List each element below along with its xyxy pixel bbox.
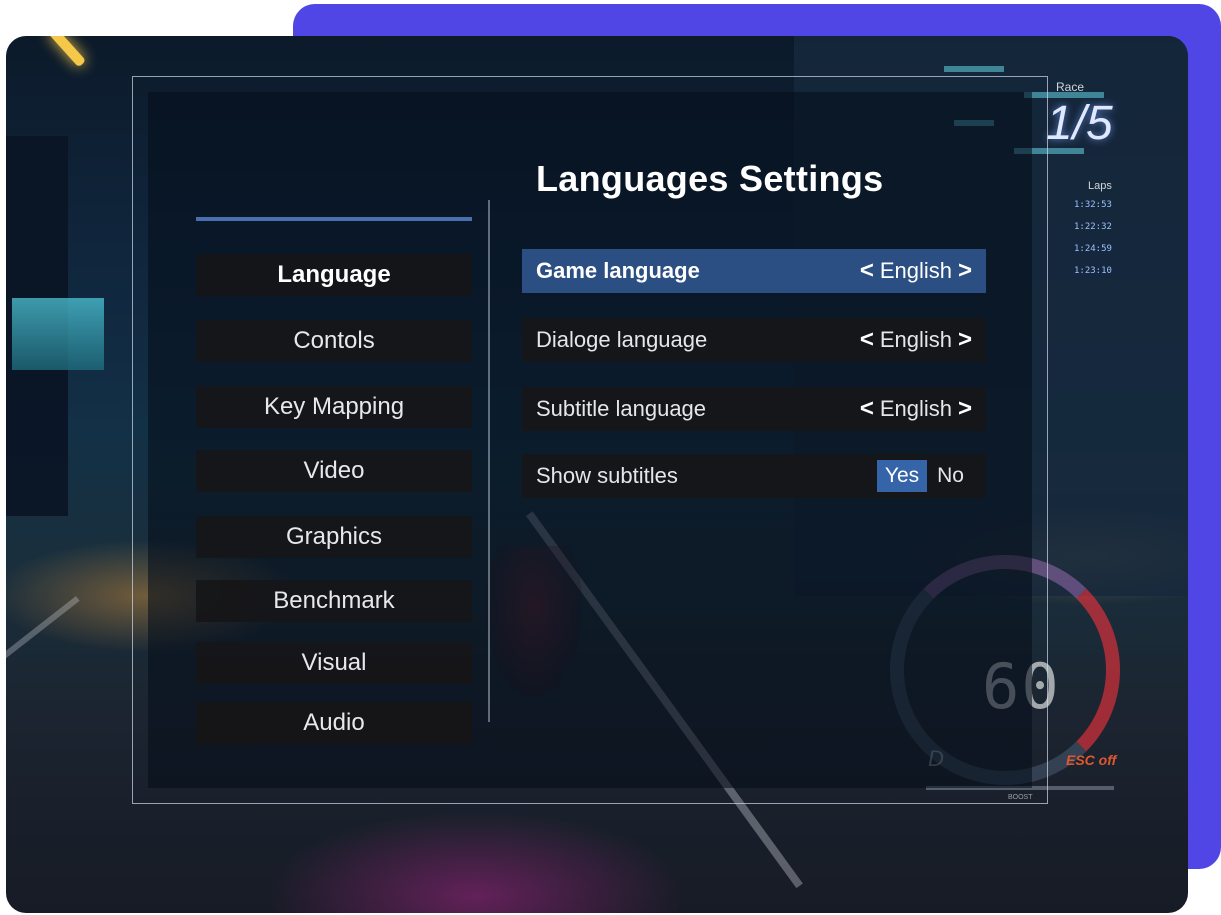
- hud-lap-time: 1:22:32: [1074, 222, 1112, 232]
- setting-row-dialogue-language[interactable]: Dialoge language < English >: [522, 318, 986, 362]
- billboard: [12, 298, 104, 370]
- language-picker: < English >: [860, 326, 972, 354]
- panel-divider: [488, 200, 490, 722]
- nav-item-controls[interactable]: Contols: [196, 320, 472, 362]
- chevron-right-icon[interactable]: >: [958, 395, 972, 423]
- hud-lap-time: 1:24:59: [1074, 244, 1112, 254]
- nav-item-label: Visual: [301, 649, 367, 676]
- setting-label: Dialoge language: [536, 327, 708, 352]
- hud-lap-time: 1:23:10: [1074, 266, 1112, 276]
- setting-row-show-subtitles[interactable]: Show subtitles Yes No: [522, 454, 986, 498]
- nav-item-benchmark[interactable]: Benchmark: [196, 580, 472, 622]
- street-lamp: [47, 36, 87, 68]
- chevron-left-icon[interactable]: <: [860, 395, 874, 423]
- hud-race-position: 1/5: [1046, 97, 1113, 150]
- hud-laps-label: Laps: [1088, 180, 1112, 192]
- hud-race-label: Race: [1056, 80, 1085, 94]
- nav-item-label: Benchmark: [273, 587, 395, 614]
- page-title: Languages Settings: [536, 158, 884, 199]
- nav-item-graphics[interactable]: Graphics: [196, 516, 472, 558]
- setting-label: Subtitle language: [536, 396, 707, 421]
- hud-lap-time: 1:32:53: [1074, 200, 1112, 210]
- nav-item-visual[interactable]: Visual: [196, 642, 472, 684]
- chevron-left-icon[interactable]: <: [860, 257, 874, 285]
- setting-label: Show subtitles: [536, 463, 678, 488]
- toggle-no-option[interactable]: No: [929, 460, 972, 492]
- nav-item-label: Language: [277, 261, 391, 288]
- toggle-yes-option[interactable]: Yes: [876, 460, 928, 492]
- picker-value: English: [879, 327, 952, 352]
- picker-value: English: [879, 396, 952, 421]
- language-picker: < English >: [860, 395, 972, 423]
- subtitles-toggle: Yes No: [876, 460, 972, 492]
- setting-label: Game language: [536, 258, 700, 283]
- road-marking: [6, 596, 80, 835]
- hud-esc-status: ESC off: [1066, 752, 1117, 768]
- nav-item-label: Key Mapping: [263, 393, 405, 420]
- setting-row-game-language[interactable]: Game language < English >: [522, 249, 986, 293]
- language-picker: < English >: [860, 257, 972, 285]
- chevron-right-icon[interactable]: >: [958, 257, 972, 285]
- nav-active-indicator: [196, 217, 472, 221]
- nav-item-label: Graphics: [285, 523, 383, 550]
- nav-item-label: Contols: [293, 327, 375, 354]
- chevron-left-icon[interactable]: <: [860, 326, 874, 354]
- nav-item-video[interactable]: Video: [196, 450, 472, 492]
- picker-value: English: [879, 258, 952, 283]
- nav-item-label: Video: [303, 457, 365, 484]
- nav-item-label: Audio: [303, 709, 365, 736]
- nav-item-language[interactable]: Language: [196, 254, 472, 296]
- nav-item-key-mapping[interactable]: Key Mapping: [196, 386, 472, 428]
- building-window: [944, 66, 1004, 72]
- setting-row-subtitle-language[interactable]: Subtitle language < English >: [522, 387, 986, 431]
- nav-item-audio[interactable]: Audio: [196, 702, 472, 744]
- chevron-right-icon[interactable]: >: [958, 326, 972, 354]
